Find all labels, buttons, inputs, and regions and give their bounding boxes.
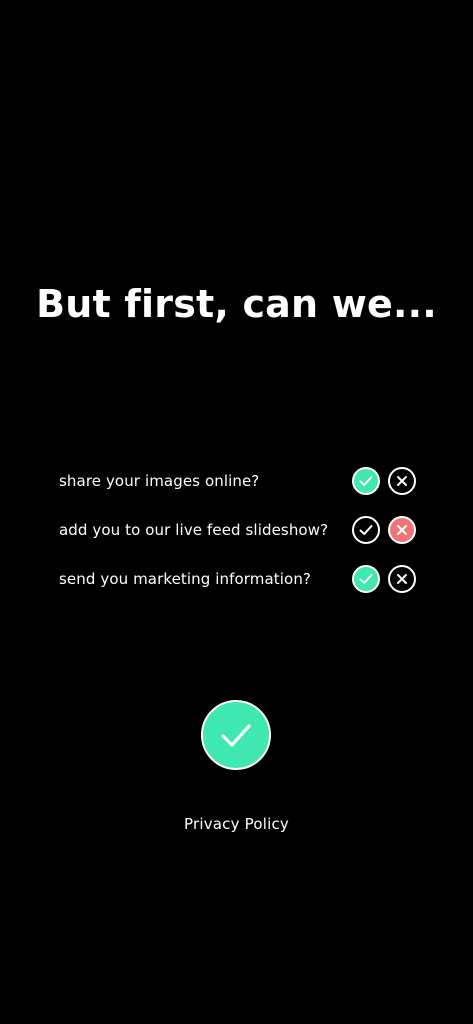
check-icon	[359, 524, 373, 535]
consent-row-marketing: send you marketing information?	[59, 554, 416, 603]
decline-button[interactable]	[388, 564, 416, 593]
accept-button[interactable]	[352, 466, 380, 495]
consent-label: send you marketing information?	[59, 569, 311, 588]
choice-group	[352, 515, 416, 544]
check-icon	[359, 475, 373, 486]
check-icon	[221, 724, 251, 747]
close-icon	[397, 524, 407, 535]
accept-button[interactable]	[352, 564, 380, 593]
decline-button[interactable]	[388, 515, 416, 544]
check-icon	[359, 573, 373, 584]
close-icon	[397, 573, 407, 584]
consent-row-share-images: share your images online?	[59, 456, 416, 505]
choice-group	[352, 564, 416, 593]
consent-label: share your images online?	[59, 471, 260, 490]
consent-label: add you to our live feed slideshow?	[59, 520, 329, 539]
page-title: But first, can we...	[36, 282, 437, 326]
privacy-policy-link[interactable]: Privacy Policy	[0, 815, 473, 833]
choice-group	[352, 466, 416, 495]
close-icon	[397, 475, 407, 486]
consent-row-live-feed: add you to our live feed slideshow?	[59, 505, 416, 554]
accept-button[interactable]	[352, 515, 380, 544]
consent-list: share your images online? add you to our…	[59, 456, 416, 603]
decline-button[interactable]	[388, 466, 416, 495]
submit-button[interactable]	[201, 700, 271, 770]
